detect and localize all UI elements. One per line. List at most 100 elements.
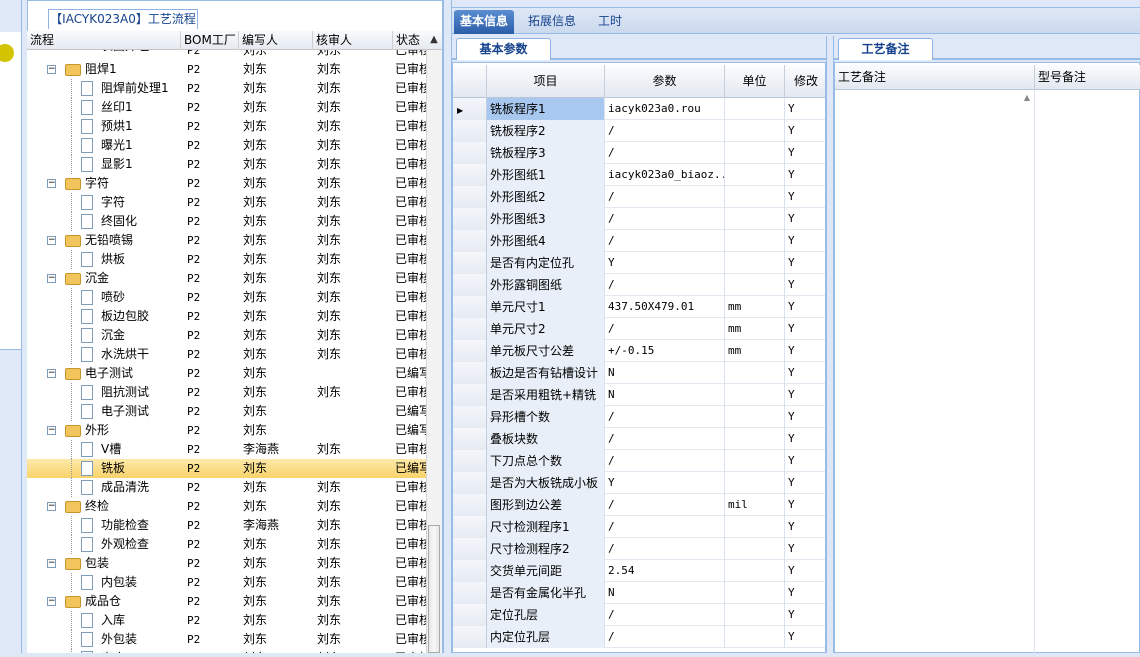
param-row[interactable]: 内定位孔层 / Y [453, 626, 825, 648]
param-unit-cell[interactable] [725, 516, 785, 538]
param-modify-cell[interactable]: Y [785, 142, 825, 164]
param-row[interactable]: 外形图纸1 iacyk023a0_biaoz... Y [453, 164, 825, 186]
param-unit-cell[interactable] [725, 626, 785, 648]
param-unit-cell[interactable] [725, 186, 785, 208]
param-unit-cell[interactable] [725, 120, 785, 142]
tree-row[interactable]: 电子测试 P2 刘东 已编写 [27, 402, 426, 421]
tree-row[interactable]: − 阻焊1 P2 刘东 刘东 已审核 [27, 60, 426, 79]
param-unit-cell[interactable] [725, 252, 785, 274]
param-unit-cell[interactable] [725, 538, 785, 560]
param-value-cell[interactable]: / [605, 450, 725, 472]
param-value-cell[interactable]: / [605, 230, 725, 252]
param-value-cell[interactable]: / [605, 406, 725, 428]
col-header-process[interactable]: 流程 [27, 31, 181, 50]
param-value-cell[interactable]: 437.50X479.01 [605, 296, 725, 318]
param-value-cell[interactable]: Y [605, 472, 725, 494]
tree-row[interactable]: V槽 P2 李海燕 刘东 已审核 [27, 440, 426, 459]
param-row[interactable]: 是否有金属化半孔 N Y [453, 582, 825, 604]
param-unit-cell[interactable] [725, 164, 785, 186]
param-value-cell[interactable]: N [605, 362, 725, 384]
param-value-cell[interactable]: N [605, 582, 725, 604]
param-modify-cell[interactable]: Y [785, 318, 825, 340]
tree-row[interactable]: 阻抗测试 P2 刘东 刘东 已审核 [27, 383, 426, 402]
param-modify-cell[interactable]: Y [785, 472, 825, 494]
param-modify-cell[interactable]: Y [785, 186, 825, 208]
param-row[interactable]: 叠板块数 / Y [453, 428, 825, 450]
param-unit-cell[interactable] [725, 142, 785, 164]
expand-toggle-icon[interactable]: − [47, 426, 56, 435]
param-unit-cell[interactable] [725, 582, 785, 604]
tree-scrollbar-thumb[interactable] [428, 525, 440, 653]
param-modify-cell[interactable]: Y [785, 538, 825, 560]
tree-row[interactable]: 字符 P2 刘东 刘东 已审核 [27, 193, 426, 212]
param-row[interactable]: 外形图纸3/ Y [453, 208, 825, 230]
param-unit-cell[interactable] [725, 406, 785, 428]
param-row[interactable]: 铣板程序2/ Y [453, 120, 825, 142]
param-row[interactable]: ▶ 铣板程序1 iacyk023a0.rou Y [453, 98, 825, 120]
col-header-model-note[interactable]: 型号备注 [1035, 65, 1140, 90]
expand-toggle-icon[interactable]: − [47, 502, 56, 511]
tree-row[interactable]: 预烘1 P2 刘东 刘东 已审核 [27, 117, 426, 136]
param-value-cell[interactable]: N [605, 384, 725, 406]
col-header-modify[interactable]: 修改 [785, 65, 825, 98]
scroll-up-icon[interactable]: ▲ [1021, 93, 1033, 657]
param-modify-cell[interactable]: Y [785, 626, 825, 648]
tree-row[interactable]: − 成品仓 P2 刘东 刘东 已审核 [27, 592, 426, 611]
tree-row[interactable]: 外包装 P2 刘东 刘东 已审核 [27, 630, 426, 649]
param-value-cell[interactable]: / [605, 428, 725, 450]
param-value-cell[interactable]: / [605, 626, 725, 648]
tree-row[interactable]: 终固化 P2 刘东 刘东 已审核 [27, 212, 426, 231]
param-modify-cell[interactable]: Y [785, 560, 825, 582]
param-value-cell[interactable]: / [605, 186, 725, 208]
col-header-process-note[interactable]: 工艺备注 [835, 65, 1035, 90]
tab-basic-params[interactable]: 基本参数 [456, 38, 551, 60]
param-row[interactable]: 单元尺寸1 437.50X479.01 mm Y [453, 296, 825, 318]
col-header-unit[interactable]: 单位 [725, 65, 785, 98]
param-modify-cell[interactable]: Y [785, 208, 825, 230]
tree-row[interactable]: 成品清洗 P2 刘东 刘东 已审核 [27, 478, 426, 497]
expand-toggle-icon[interactable]: − [47, 559, 56, 568]
tree-row[interactable]: − 终检 P2 刘东 刘东 已审核 [27, 497, 426, 516]
param-unit-cell[interactable] [725, 450, 785, 472]
expand-toggle-icon[interactable]: − [47, 236, 56, 245]
param-modify-cell[interactable]: Y [785, 230, 825, 252]
param-modify-cell[interactable]: Y [785, 98, 825, 120]
top-collapse-bar[interactable] [452, 0, 1140, 8]
param-row[interactable]: 外形图纸2/ Y [453, 186, 825, 208]
tree-row[interactable]: − 包装 P2 刘东 刘东 已审核 [27, 554, 426, 573]
col-header-bom[interactable]: BOM工厂 [181, 31, 239, 50]
param-modify-cell[interactable]: Y [785, 296, 825, 318]
tree-row[interactable]: − 字符 P2 刘东 刘东 已审核 [27, 174, 426, 193]
tree-row[interactable]: 沉金 P2 刘东 刘东 已审核 [27, 326, 426, 345]
expand-toggle-icon[interactable]: − [47, 179, 56, 188]
param-row[interactable]: 单元板尺寸公差 +/-0.15 mm Y [453, 340, 825, 362]
tab-process-notes[interactable]: 工艺备注 [838, 38, 933, 60]
splitter-right[interactable] [826, 36, 834, 653]
param-row[interactable]: 是否采用粗铣+精铣 N Y [453, 384, 825, 406]
param-value-cell[interactable]: / [605, 516, 725, 538]
expand-toggle-icon[interactable]: − [47, 597, 56, 606]
param-row[interactable]: 外形露铜图纸 / Y [453, 274, 825, 296]
param-modify-cell[interactable]: Y [785, 252, 825, 274]
tree-row[interactable]: 水洗烘干 P2 刘东 刘东 已审核 [27, 345, 426, 364]
param-row[interactable]: 是否有内定位孔 Y Y [453, 252, 825, 274]
param-value-cell[interactable]: Y [605, 252, 725, 274]
param-modify-cell[interactable]: Y [785, 582, 825, 604]
param-value-cell[interactable]: / [605, 318, 725, 340]
param-value-cell[interactable]: +/-0.15 [605, 340, 725, 362]
param-row[interactable]: 图形到边公差 / mil Y [453, 494, 825, 516]
param-unit-cell[interactable] [725, 274, 785, 296]
col-header-reviewer[interactable]: 核审人 [313, 31, 393, 50]
param-unit-cell[interactable] [725, 428, 785, 450]
param-unit-cell[interactable]: mm [725, 340, 785, 362]
tree-row[interactable]: 内包装 P2 刘东 刘东 已审核 [27, 573, 426, 592]
tree-row[interactable]: 外观检查 P2 刘东 刘东 已审核 [27, 535, 426, 554]
param-modify-cell[interactable]: Y [785, 604, 825, 626]
param-unit-cell[interactable]: mm [725, 318, 785, 340]
param-value-cell[interactable]: iacyk023a0_biaoz... [605, 164, 725, 186]
param-modify-cell[interactable]: Y [785, 164, 825, 186]
tree-row[interactable]: − 电子测试 P2 刘东 已编写 [27, 364, 426, 383]
splitter-left[interactable] [443, 0, 452, 653]
tree-panel-tab[interactable]: 【IACYK023A0】工艺流程 [48, 9, 198, 29]
expand-toggle-icon[interactable]: − [47, 274, 56, 283]
